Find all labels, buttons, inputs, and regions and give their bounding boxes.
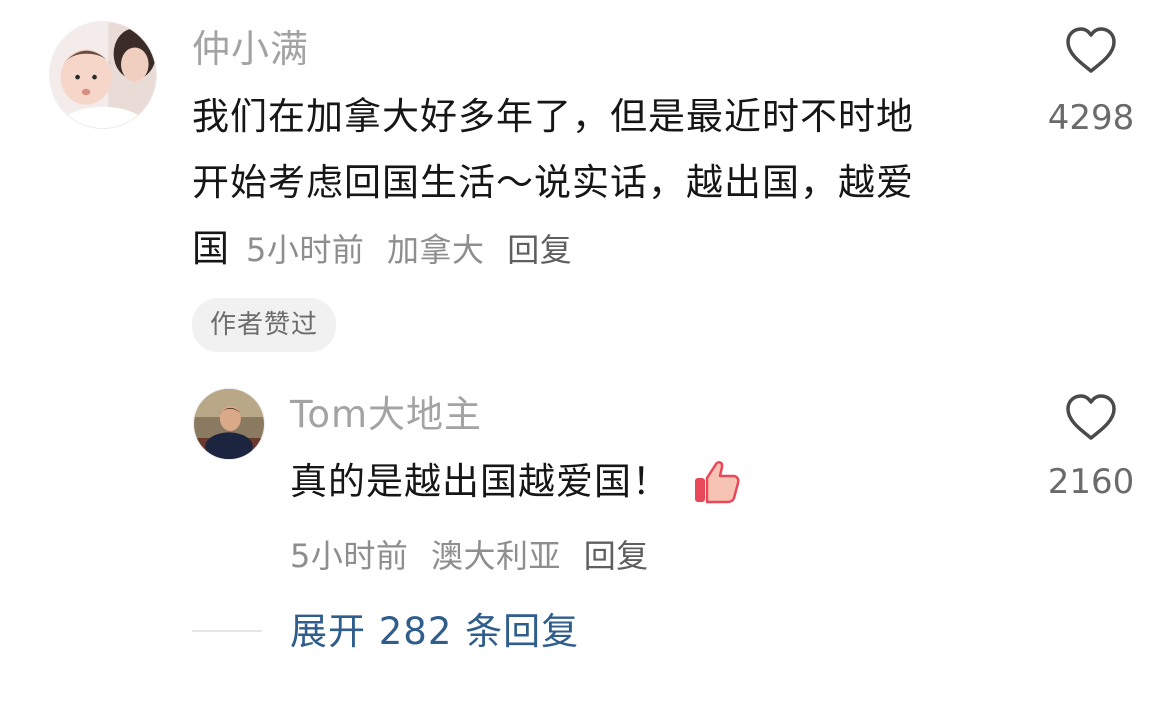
reply-meta: 5小时前 澳大利亚 回复 xyxy=(290,531,649,577)
reply-text[interactable]: 真的是越出国越爱国！ xyxy=(290,449,740,515)
comment-reply-button[interactable]: 回复 xyxy=(507,231,572,269)
reply-location: 澳大利亚 xyxy=(431,537,562,575)
reply-like-button[interactable] xyxy=(1064,393,1118,443)
reply-text-body: 真的是越出国越爱国！ xyxy=(290,460,670,503)
avatar[interactable] xyxy=(193,388,265,460)
avatar[interactable] xyxy=(49,21,157,129)
reply-like-count: 2160 xyxy=(1047,462,1135,502)
comment-time: 5小时前 xyxy=(246,231,365,269)
comment-like-count: 4298 xyxy=(1047,98,1135,138)
comment-meta: 5小时前 加拿大 回复 xyxy=(246,217,572,283)
thumbs-up-icon xyxy=(692,458,740,506)
heart-outline-icon xyxy=(1066,27,1116,73)
author-liked-badge: 作者赞过 xyxy=(192,298,337,352)
comment-location: 加拿大 xyxy=(387,231,485,269)
reply-time: 5小时前 xyxy=(290,537,409,575)
reply-reply-button[interactable]: 回复 xyxy=(584,537,649,575)
reply-username[interactable]: Tom大地主 xyxy=(290,396,482,433)
comment-text-tail: 国 xyxy=(192,227,230,270)
avatar-image xyxy=(50,22,156,128)
comment-like-button[interactable] xyxy=(1064,26,1118,76)
comment-text[interactable]: 我们在加拿大好多年了，但是最近时不时地 开始考虑回国生活～说实话，越出国，越爱 … xyxy=(192,84,1012,283)
expand-replies-button[interactable]: 展开 282 条回复 xyxy=(290,613,579,650)
comment-text-line: 开始考虑回国生活～说实话，越出国，越爱 xyxy=(192,161,914,204)
comment-text-line: 我们在加拿大好多年了，但是最近时不时地 xyxy=(192,95,914,138)
avatar-image xyxy=(194,389,264,459)
comment-username[interactable]: 仲小满 xyxy=(192,30,309,68)
expand-divider xyxy=(192,630,262,632)
comment-text-line: 国 5小时前 加拿大 回复 xyxy=(192,216,1012,283)
heart-outline-icon xyxy=(1066,394,1116,440)
